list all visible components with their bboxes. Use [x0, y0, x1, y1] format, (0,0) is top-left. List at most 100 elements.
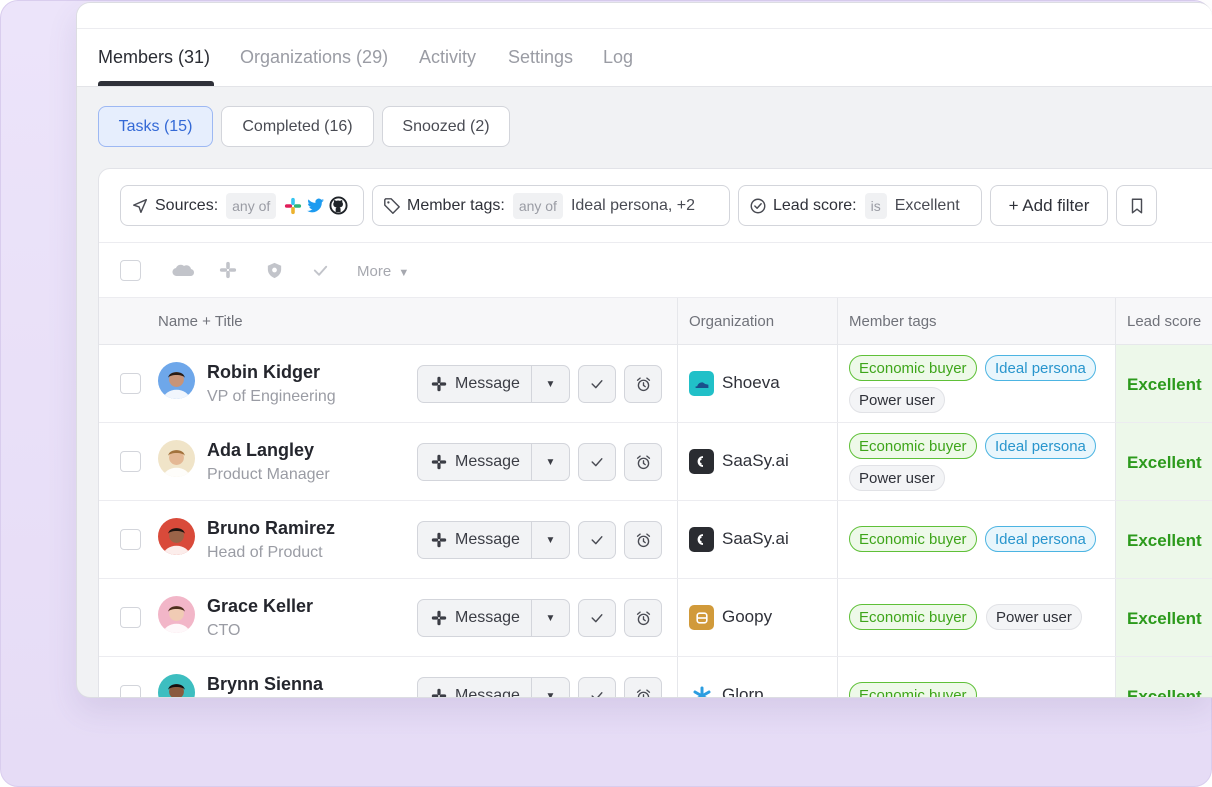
- col-member-tags[interactable]: Member tags: [849, 313, 937, 330]
- slack-icon: [284, 197, 302, 215]
- add-filter-button[interactable]: + Add filter: [990, 185, 1108, 226]
- snooze-button[interactable]: [624, 521, 662, 559]
- snooze-button[interactable]: [624, 365, 662, 403]
- check-icon: [589, 688, 605, 697]
- complete-task-button[interactable]: [578, 599, 616, 637]
- organization-name[interactable]: Shoeva: [722, 373, 780, 393]
- message-dropdown-caret-icon[interactable]: ▼: [532, 613, 569, 624]
- member-tag[interactable]: Power user: [849, 387, 945, 413]
- snooze-button[interactable]: [624, 677, 662, 697]
- slack-action-icon[interactable]: [219, 261, 241, 281]
- check-circle-icon: [749, 197, 767, 215]
- row-checkbox[interactable]: [120, 607, 141, 628]
- message-button[interactable]: Message ▼: [417, 443, 570, 481]
- member-tag[interactable]: Economic buyer: [849, 355, 977, 381]
- check-icon: [589, 532, 605, 548]
- complete-task-button[interactable]: [578, 365, 616, 403]
- bookmark-button[interactable]: [1116, 185, 1157, 226]
- organization-name[interactable]: SaaSy.ai: [722, 451, 789, 471]
- complete-task-button[interactable]: [578, 443, 616, 481]
- filter-member-tags[interactable]: Member tags: any of Ideal persona, +2: [372, 185, 730, 226]
- tab-activity[interactable]: Activity: [419, 47, 476, 68]
- org-logo-icon: [689, 683, 714, 697]
- app-window: Members (31) Organizations (29) Activity…: [76, 2, 1212, 698]
- member-name[interactable]: Brynn Sienna: [207, 674, 323, 695]
- col-lead-score[interactable]: Lead score: [1127, 313, 1201, 330]
- member-name[interactable]: Robin Kidger: [207, 362, 320, 383]
- snooze-button[interactable]: [624, 599, 662, 637]
- tab-organizations[interactable]: Organizations (29): [240, 47, 388, 68]
- message-dropdown-caret-icon[interactable]: ▼: [532, 457, 569, 468]
- member-title: CTO: [207, 622, 241, 639]
- row-checkbox[interactable]: [120, 373, 141, 394]
- check-icon: [589, 376, 605, 392]
- member-tag[interactable]: Ideal persona: [985, 355, 1096, 381]
- tab-log[interactable]: Log: [603, 47, 633, 68]
- organization-name[interactable]: Glorp: [722, 685, 764, 697]
- table-row: Bruno Ramirez Head of Product Message ▼ …: [99, 501, 1212, 579]
- filter-member-tags-label: Member tags:: [407, 196, 505, 214]
- member-title: Head of Product: [207, 544, 323, 561]
- check-icon[interactable]: [311, 261, 333, 281]
- salesforce-cloud-icon[interactable]: [171, 261, 195, 281]
- more-actions-button[interactable]: More ▼: [357, 263, 409, 280]
- segment-tasks[interactable]: Tasks (15): [98, 106, 213, 147]
- filter-member-tags-value: Ideal persona, +2: [570, 196, 696, 214]
- row-checkbox[interactable]: [120, 451, 141, 472]
- snooze-button[interactable]: [624, 443, 662, 481]
- alarm-clock-icon: [635, 532, 652, 549]
- message-label: Message: [455, 453, 520, 470]
- message-label: Message: [455, 687, 520, 698]
- check-icon: [589, 610, 605, 626]
- message-label: Message: [455, 375, 520, 392]
- member-tag[interactable]: Ideal persona: [985, 526, 1096, 552]
- member-tag[interactable]: Economic buyer: [849, 682, 977, 697]
- filter-lead-score-value: Excellent: [894, 196, 960, 214]
- lead-score-value: Excellent: [1127, 687, 1202, 698]
- member-name[interactable]: Bruno Ramirez: [207, 518, 335, 539]
- avatar: [158, 362, 195, 399]
- member-tag[interactable]: Economic buyer: [849, 433, 977, 459]
- complete-task-button[interactable]: [578, 521, 616, 559]
- member-name[interactable]: Ada Langley: [207, 440, 314, 461]
- github-icon: [329, 196, 348, 215]
- message-button[interactable]: Message ▼: [417, 521, 570, 559]
- org-logo-icon: [689, 371, 714, 396]
- filter-lead-score[interactable]: Lead score: is Excellent: [738, 185, 982, 226]
- member-tag[interactable]: Ideal persona: [985, 433, 1096, 459]
- organization-name[interactable]: Goopy: [722, 607, 772, 627]
- caret-down-icon: ▼: [398, 267, 410, 279]
- tab-settings[interactable]: Settings: [508, 47, 573, 68]
- organization-name[interactable]: SaaSy.ai: [722, 529, 789, 549]
- segment-snoozed[interactable]: Snoozed (2): [382, 106, 510, 147]
- member-tag[interactable]: Power user: [849, 465, 945, 491]
- slack-icon: [431, 376, 447, 392]
- message-button[interactable]: Message ▼: [417, 599, 570, 637]
- message-dropdown-caret-icon[interactable]: ▼: [532, 379, 569, 390]
- shield-icon[interactable]: [265, 261, 287, 281]
- members-card: Sources: any of Member tags: any of Idea…: [98, 168, 1212, 698]
- avatar: [158, 518, 195, 555]
- member-tag[interactable]: Power user: [986, 604, 1082, 630]
- col-name-title[interactable]: Name + Title: [158, 313, 243, 330]
- segment-completed[interactable]: Completed (16): [221, 106, 374, 147]
- table-row: Ada Langley Product Manager Message ▼ Sa…: [99, 423, 1212, 501]
- select-all-checkbox[interactable]: [120, 260, 141, 281]
- complete-task-button[interactable]: [578, 677, 616, 697]
- row-checkbox[interactable]: [120, 529, 141, 550]
- filter-sources[interactable]: Sources: any of: [120, 185, 364, 226]
- slack-icon: [431, 688, 447, 697]
- message-dropdown-caret-icon[interactable]: ▼: [532, 691, 569, 698]
- member-tag[interactable]: Economic buyer: [849, 526, 977, 552]
- message-button[interactable]: Message ▼: [417, 677, 570, 698]
- message-button[interactable]: Message ▼: [417, 365, 570, 403]
- message-dropdown-caret-icon[interactable]: ▼: [532, 535, 569, 546]
- col-organization[interactable]: Organization: [689, 313, 774, 330]
- tab-members[interactable]: Members (31): [98, 47, 210, 68]
- member-name[interactable]: Grace Keller: [207, 596, 313, 617]
- table-header: Name + Title Organization Member tags Le…: [99, 298, 1212, 345]
- row-checkbox[interactable]: [120, 685, 141, 697]
- member-title: VP of Engineering: [207, 388, 336, 405]
- member-tag[interactable]: Economic buyer: [849, 604, 977, 630]
- filter-lead-score-label: Lead score:: [773, 196, 857, 214]
